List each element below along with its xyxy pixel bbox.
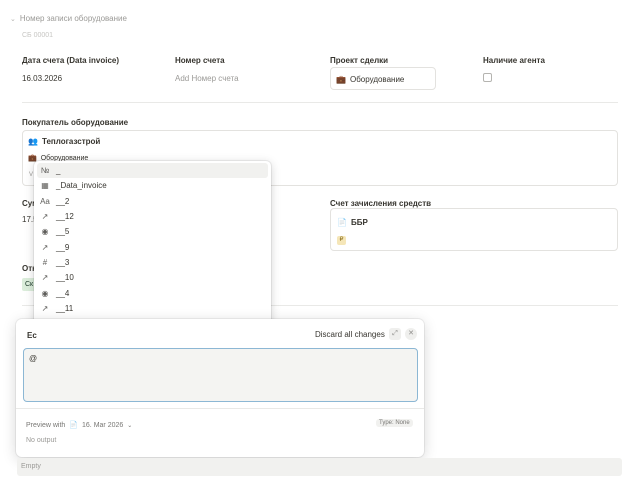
project-value: Оборудование — [349, 75, 405, 84]
output-text: No output — [26, 437, 57, 444]
project-field[interactable]: 💼 Оборудование — [330, 67, 436, 90]
divider — [22, 102, 618, 103]
discard-button[interactable]: Discard all changes — [315, 330, 385, 339]
project-label: Проект сделки — [330, 56, 389, 65]
preview-row: Preview with 📄 16. Mar 2026 ⌄ — [26, 421, 132, 430]
invoice-no-field[interactable]: Add Номер счета — [175, 74, 239, 83]
relation-arrow-icon: ↗ — [41, 303, 49, 313]
preview-label: Preview with — [26, 421, 66, 429]
close-icon[interactable]: ✕ — [405, 328, 417, 340]
select-icon: ◉ — [41, 288, 49, 298]
property-option[interactable]: ↗ __11 — [34, 301, 271, 316]
document-icon: 📄 — [69, 422, 79, 429]
property-option-label: __4 — [56, 288, 70, 298]
property-option[interactable]: ↗ __9 — [34, 239, 271, 254]
property-option-label: __5 — [56, 227, 70, 237]
formula-input[interactable]: @ — [23, 348, 418, 402]
buyer-tiny: V — [29, 172, 34, 178]
number-sign-icon: № — [40, 166, 50, 176]
property-option-label: __2 — [56, 196, 70, 206]
divider — [16, 408, 424, 409]
record-title: Номер записи оборудование — [19, 14, 127, 23]
chevron-down-icon[interactable]: ⌄ — [127, 422, 132, 429]
property-option[interactable]: ↗ __10 — [34, 270, 271, 285]
record-title-row: ⌄ Номер записи оборудование — [10, 14, 127, 23]
type-badge: Type: None — [376, 419, 413, 427]
calendar-icon: ▦ — [41, 181, 49, 191]
property-option[interactable]: ▦ _Data_invoice — [34, 178, 271, 193]
property-option-label: __3 — [56, 257, 70, 267]
document-icon: 📄 — [337, 218, 347, 227]
formula-editor: Ес Discard all changes ⤢ ✕ @ Preview wit… — [16, 319, 424, 457]
hash-icon: # — [42, 257, 48, 267]
property-option-label: __11 — [56, 303, 74, 313]
property-option[interactable]: ↗ __12 — [34, 209, 271, 224]
expand-icon[interactable]: ⤢ — [389, 328, 401, 340]
invoice-no-label: Номер счета — [175, 56, 225, 65]
account-value: ББР — [350, 218, 368, 227]
account-field[interactable]: 📄 ББР ₽ — [330, 208, 618, 251]
property-option-label: __10 — [56, 273, 74, 283]
property-option[interactable]: № _ — [37, 163, 268, 179]
property-option-label: __12 — [56, 212, 74, 222]
agent-label: Наличие агента — [483, 56, 545, 65]
editor-title: Ес — [27, 331, 37, 340]
account-label: Счет зачисления средств — [330, 199, 432, 208]
account-badge: ₽ — [337, 236, 346, 245]
chevron-down-icon[interactable]: ⌄ — [10, 15, 16, 23]
empty-label: Empty — [21, 463, 41, 470]
text-type-icon: Aa — [40, 196, 50, 206]
relation-arrow-icon: ↗ — [41, 212, 49, 222]
date-value[interactable]: 16.03.2026 — [22, 74, 62, 83]
property-option[interactable]: Aa __2 — [34, 194, 271, 209]
relation-arrow-icon: ↗ — [41, 242, 49, 252]
property-option[interactable]: ◉ __4 — [34, 285, 271, 300]
relation-arrow-icon: ↗ — [41, 273, 49, 283]
briefcase-icon: 💼 — [336, 75, 346, 84]
property-option-label: _ — [56, 166, 61, 176]
empty-field[interactable]: Empty — [17, 458, 622, 476]
property-option[interactable]: # __3 — [34, 255, 271, 270]
buyer-label: Покупатель оборудование — [22, 118, 129, 127]
select-icon: ◉ — [41, 227, 49, 237]
property-option-label: __9 — [56, 242, 70, 252]
preview-date[interactable]: 16. Mar 2026 — [82, 422, 123, 429]
property-option[interactable]: ◉ __5 — [34, 224, 271, 239]
property-option-label: _Data_invoice — [56, 181, 107, 191]
record-id: СБ 00001 — [22, 32, 54, 39]
buyer-value: Теплогазстрой — [41, 137, 101, 146]
people-icon: 👥 — [28, 137, 38, 146]
agent-checkbox[interactable] — [483, 73, 492, 82]
date-label: Дата счета (Data invoice) — [22, 56, 120, 65]
formula-input-text: @ — [29, 354, 38, 363]
